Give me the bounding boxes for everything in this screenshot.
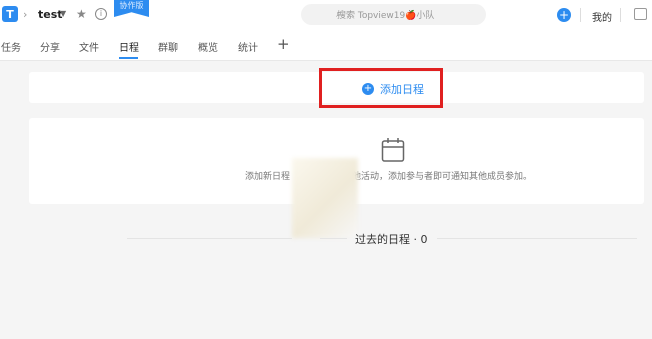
blur-overlay — [292, 158, 358, 238]
empty-text-right: 他活动，添加参与者即可通知其他成员参加。 — [352, 172, 533, 182]
edition-ribbon: 协作版 — [114, 0, 149, 17]
empty-text-left: 添加新日程 — [245, 172, 291, 182]
divider-line-left — [127, 238, 292, 239]
info-icon[interactable]: i — [95, 8, 107, 20]
tab-schedule[interactable]: 日程 — [119, 39, 139, 54]
mine-menu[interactable]: 我的 — [592, 9, 612, 24]
quick-add-button[interactable]: + — [557, 8, 571, 22]
search-input[interactable]: 搜索 Topview19🍎小队 — [301, 4, 486, 25]
calendar-icon — [381, 138, 405, 162]
divider — [580, 8, 581, 22]
app-logo-icon[interactable]: T — [2, 6, 18, 22]
active-tab-indicator — [119, 57, 138, 59]
tab-tasks[interactable]: 任务 — [1, 39, 21, 54]
tab-share[interactable]: 分享 — [40, 39, 60, 54]
top-bar: T › test ▼ ★ i 协作版 搜索 Topview19🍎小队 ⌕ + 我… — [0, 0, 652, 31]
caret-down-icon[interactable]: ▼ — [60, 9, 66, 18]
tab-group-chat[interactable]: 群聊 — [158, 39, 178, 54]
add-tab-button[interactable]: + — [277, 35, 290, 53]
tab-overview[interactable]: 概览 — [198, 39, 218, 54]
tab-stats[interactable]: 统计 — [238, 39, 258, 54]
project-name[interactable]: test — [38, 8, 63, 21]
calendar-shortcut-icon[interactable] — [634, 8, 647, 20]
empty-state-text: 添加新日程 他活动，添加参与者即可通知其他成员参加。 — [245, 169, 532, 182]
project-tabs: 任务 分享 文件 日程 群聊 概览 统计 + — [0, 31, 652, 61]
star-icon[interactable]: ★ — [76, 7, 87, 21]
divider-line-right — [437, 238, 637, 239]
search-icon: ⌕ — [336, 7, 343, 20]
divider-line-mid — [320, 238, 347, 239]
chevron-right-icon: › — [23, 8, 28, 21]
tab-files[interactable]: 文件 — [79, 39, 99, 54]
highlight-box — [319, 68, 443, 108]
divider — [620, 8, 621, 22]
past-schedule-title[interactable]: 过去的日程 · 0 — [355, 231, 428, 247]
